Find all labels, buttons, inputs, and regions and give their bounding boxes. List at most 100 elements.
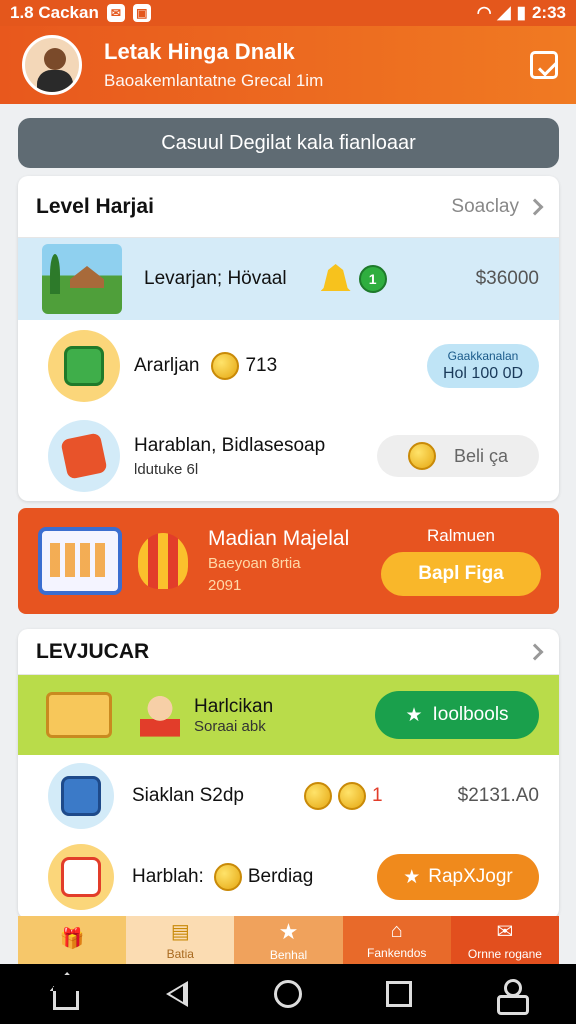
tab-fankendos[interactable]: ⌂ Fankendos [342,916,451,964]
app-header: Letak Hinga Dnalk Baoakemlantatne Grecal… [0,26,576,104]
badge-count: 1 [371,785,383,806]
coin-icon [303,782,332,810]
pill-bottom-label: Hol 100 0D [442,364,524,382]
system-nav-bar [0,964,576,1024]
featured-price: $36000 [475,268,539,289]
promo-subtitle: Baeyoan 8rtia [208,555,301,572]
village-thumbnail [42,244,122,314]
item-price-pill[interactable]: Gaakkanalan Hol 100 0D [427,344,539,388]
balloon-icon [138,533,188,589]
chevron-right-icon [526,198,544,215]
tab-batia[interactable]: ▤ Batia [126,916,235,964]
coin-icon [407,442,436,470]
offer-subtitle: Soraai abk [194,717,266,735]
featured-item-name: Levarjan; Hövaal [144,268,287,289]
calendar-icon [61,857,101,897]
gift-icon: 🎁 [59,928,85,950]
item-action-label: RapXJogr [428,866,513,887]
edit-icon[interactable] [530,51,558,79]
item-icon-container [48,420,120,492]
home-nav-button[interactable] [46,974,86,1014]
home-circle-button[interactable] [268,974,308,1014]
featured-item[interactable]: Levarjan; Hövaal 1 $36000 [18,238,559,320]
item-name: Siaklan S2dp [132,785,244,806]
coin-icon [211,352,240,380]
star-icon: ★ [278,918,299,944]
item-icon-container [48,844,114,910]
list-item[interactable]: Harablan, Bidlasesoap ldutuke 6l Beli ça [18,412,559,500]
battery-icon: ▮ [516,3,526,22]
offer-title: Harlcikan [194,695,274,717]
header-subtitle: Baoakemlantatne Grecal 1im [104,71,324,90]
list-item[interactable]: Ararljan 713 Gaakkanalan Hol 100 0D [18,320,559,412]
user-icon [496,979,530,1015]
tab-label: Ornne rogane [467,947,542,961]
signal-icon: ◢ [497,3,511,22]
info-banner[interactable]: Casuul Degilat kala fianloaar [18,118,559,168]
mail-icon: ✉ [496,921,514,943]
promo-button[interactable]: Bapl Figa [381,552,541,596]
carrier-text: 1.8 Cackan [10,3,99,22]
levjucar-card: LEVJUCAR Harlcikan Soraai abk ★ Ioolbool… [18,629,559,919]
coupon-icon: ▤ [170,921,190,943]
promo-label: Ralmuen [426,526,496,545]
back-nav-button[interactable] [157,974,197,1014]
profile-nav-button[interactable] [490,974,530,1015]
app-notification-icon: ▣ [132,4,151,22]
pill-top-label: Gaakkanalan [447,349,519,364]
item-subtitle: ldutuke 6l [134,460,199,478]
coin-icon [213,863,242,891]
recents-nav-button[interactable] [379,974,419,1014]
back-icon [165,981,188,1007]
green-box-icon [64,346,104,386]
clock: 2:33 [531,3,566,22]
mascot-icon [140,693,180,737]
badge-count: 1 [358,265,387,293]
item-price: $2131.A0 [457,785,539,806]
home-icon: ⌂ [390,920,403,942]
offer-button[interactable]: ★ Ioolbools [375,691,539,739]
list-item[interactable]: Siaklan S2dp 1 $2131.A0 [18,755,559,837]
tab-gift[interactable]: 🎁 [18,916,127,964]
item-icon-container [48,330,120,402]
section-title: Level Harjai [36,194,154,218]
home-icon [52,986,79,1010]
circle-icon [273,980,302,1008]
item-extra: Berdiag [247,866,314,887]
box-icon [61,776,101,816]
notification-icon: ✉ [106,4,125,22]
list-item[interactable]: Harblah: Berdiag ★ RapXJogr [18,837,559,917]
chevron-right-icon [526,643,544,660]
item-amount: 713 [245,355,278,376]
item-action-button[interactable]: ★ RapXJogr [377,854,539,900]
scroll-icon [46,692,112,738]
item-name: Harblah: [132,866,204,887]
buy-pill[interactable]: Beli ça [377,435,539,477]
star-icon: ★ [405,704,423,726]
bell-icon [320,264,351,291]
avatar[interactable] [22,35,82,95]
item-icon-container [48,763,114,829]
item-name: Ararljan [134,355,200,376]
tab-ornne[interactable]: ✉ Ornne rogane [450,916,559,964]
square-icon [386,981,413,1007]
header-title: Letak Hinga Dnalk [104,39,295,64]
see-all-link[interactable] [526,643,544,660]
gear-coin-icon [337,782,366,810]
calendar-icon [38,527,122,595]
promo-title: Madian Majelal [208,527,350,550]
wifi-icon: ◠ [476,3,492,22]
section-title: LEVJUCAR [36,639,150,663]
see-all-label: Soaclay [451,195,519,217]
buy-pill-label: Beli ça [453,445,509,466]
promo-subtitle-2: 2091 [208,577,242,594]
tab-label: Benhal [269,947,308,962]
see-all-link[interactable]: Soaclay [451,195,544,218]
tab-benhal[interactable]: ★ Benhal [234,916,343,964]
star-icon: ★ [403,866,421,888]
status-bar: 1.8 Cackan ✉ ▣ ◠ ◢ ▮ 2:33 [0,0,576,26]
tab-label: Fankendos [367,946,427,960]
featured-offer[interactable]: Harlcikan Soraai abk ★ Ioolbools [18,675,559,755]
bottom-tab-bar: 🎁 ▤ Batia ★ Benhal ⌂ Fankendos ✉ Ornne r… [18,916,559,964]
promo-banner: Madian Majelal Baeyoan 8rtia 2091 Ralmue… [18,508,559,614]
